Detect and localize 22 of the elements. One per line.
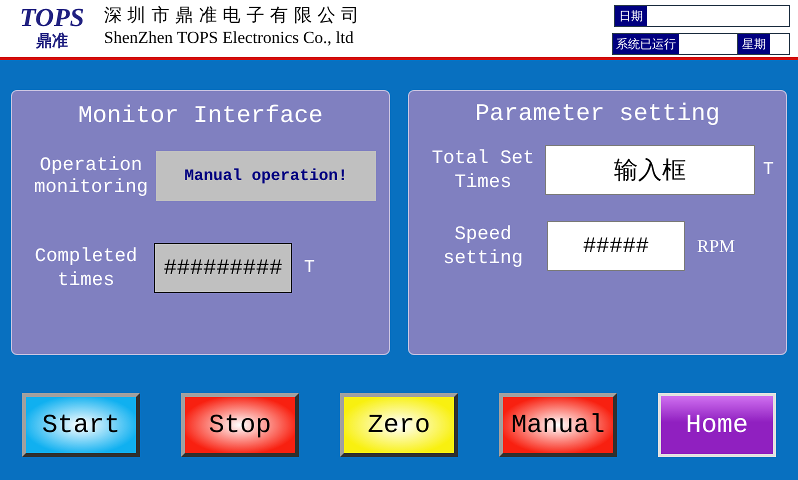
radial-button[interactable]: Stop xyxy=(181,393,299,457)
completed-display: ######### xyxy=(154,243,292,293)
company-name-chinese: 深 圳 市 鼎 准 电 子 有 限 公 司 xyxy=(104,4,360,28)
operation-label: Operation monitoring xyxy=(32,154,150,198)
unit-label: RPM xyxy=(697,234,736,258)
panel-title: Parameter setting xyxy=(474,100,721,130)
unit-label: T xyxy=(304,256,315,280)
company-name-english: ShenZhen TOPS Electronics Co., ltd xyxy=(104,28,355,48)
operation-status-display: Manual operation! xyxy=(156,151,376,201)
total-times-input[interactable]: 输入框 xyxy=(545,145,755,195)
panel-title: Monitor Interface xyxy=(77,102,324,132)
radial-button[interactable]: Manual xyxy=(499,393,617,457)
logo-chinese-text: 鼎准 xyxy=(36,32,68,50)
radial-button[interactable]: Start xyxy=(22,393,140,457)
total-times-label: Total Set Times xyxy=(430,146,536,194)
glossy-button[interactable]: Home xyxy=(658,393,776,457)
completed-label: Completed times xyxy=(34,244,138,292)
radial-button[interactable]: Zero xyxy=(340,393,458,457)
speed-label: Speed setting xyxy=(442,222,524,270)
speed-input[interactable]: ##### xyxy=(547,221,685,271)
unit-label: T xyxy=(763,158,774,182)
logo-text: TOPS xyxy=(20,4,84,32)
